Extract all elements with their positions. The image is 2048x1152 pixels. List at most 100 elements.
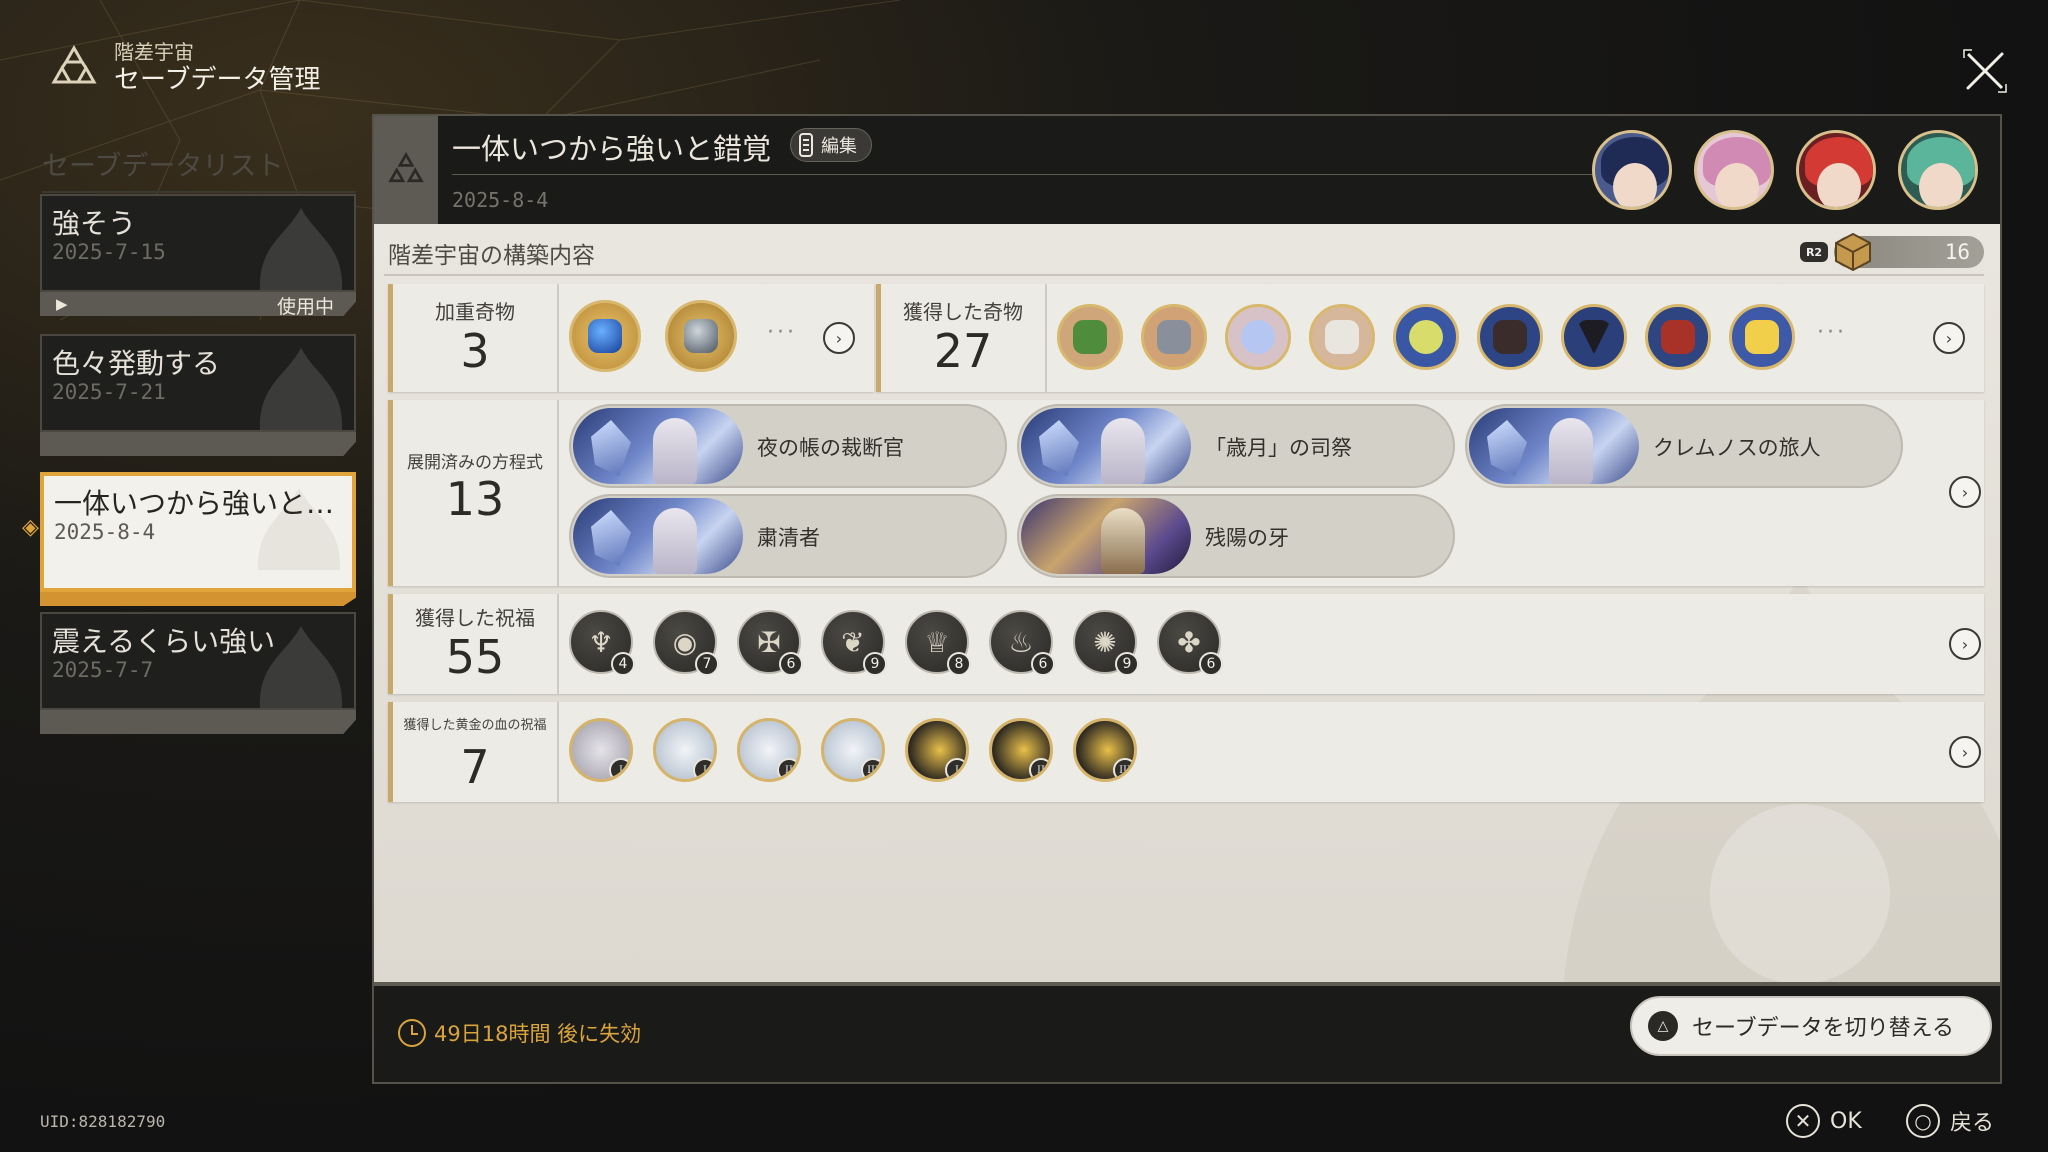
curio-icon[interactable] <box>1057 304 1123 370</box>
tier-badge: I <box>693 758 714 779</box>
clock-icon <box>398 1019 426 1047</box>
save-card-1[interactable]: 強そう 2025-7-15 ▶ 使用中 <box>40 194 356 322</box>
level-value: 16 <box>1944 240 1970 264</box>
save-card-4[interactable]: 震えるくらい強い 2025-7-7 <box>40 612 356 740</box>
play-icon: ▶ <box>56 295 68 313</box>
curio-icon[interactable] <box>1393 304 1459 370</box>
golden-blessing-icon[interactable]: II <box>989 718 1053 782</box>
blessings-count: 55 <box>445 630 505 684</box>
back-label: 戻る <box>1950 1111 1995 1136</box>
save-card-name: 色々発動する <box>52 347 221 380</box>
obtained-curio-label: 獲得した奇物 <box>903 300 1023 324</box>
character-avatar[interactable] <box>1592 130 1672 210</box>
curio-icon[interactable] <box>1561 304 1627 370</box>
golden-blessings-stat: 獲得した黄金の血の祝福 7 <box>393 702 559 802</box>
character-avatar[interactable] <box>1796 130 1876 210</box>
equation-card[interactable]: クレムノスの旅人 <box>1465 404 1903 488</box>
golden-blessings-count: 7 <box>460 740 490 794</box>
character-avatar[interactable] <box>1898 130 1978 210</box>
back-button[interactable]: ○ 戻る <box>1906 1104 1994 1138</box>
equation-art <box>573 408 743 484</box>
switch-save-button[interactable]: △ セーブデータを切り替える <box>1630 996 1992 1056</box>
golden-blessing-icon[interactable]: I <box>569 718 633 782</box>
save-card-3[interactable]: 一体いつから強いと… 2025-8-4 <box>40 472 356 606</box>
header-title: セーブデータ管理 <box>114 65 321 95</box>
save-card-body: 震えるくらい強い 2025-7-7 <box>40 612 356 710</box>
equation-name: 「歳月」の司祭 <box>1205 436 1352 460</box>
equations-more-button[interactable]: › <box>1949 476 1981 508</box>
weighted-curio-count: 3 <box>460 324 490 378</box>
detail-footer: 49日18時間 後に失効 △ セーブデータを切り替える <box>374 982 2000 1082</box>
obtained-curio-more-button[interactable]: › <box>1933 322 1965 354</box>
blessing-count: 4 <box>611 652 635 676</box>
switch-save-label: セーブデータを切り替える <box>1692 1016 1955 1041</box>
edit-button[interactable]: 編集 <box>790 128 872 162</box>
golden-blessing-icon[interactable]: I <box>905 718 969 782</box>
app-header: 階差宇宙 セーブデータ管理 <box>48 40 320 96</box>
equations-row: 展開済みの方程式 13 夜の帳の裁断官 「歳月」の司祭 クレムノスの旅人 粛清者 <box>388 400 1984 586</box>
close-icon[interactable] <box>1962 48 2008 94</box>
blessings-row: 獲得した祝福 55 ♆ 4 ◉ 7 ✠ 6 ❦ 9 ♕ 8 ♨ 6 ✺ 9 ✤ 6 › <box>388 594 1984 694</box>
lotus-blessing-icon[interactable]: ❦ 9 <box>821 610 887 676</box>
blessing-count: 6 <box>1031 652 1055 676</box>
golden-blessing-icon[interactable]: I <box>653 718 717 782</box>
curio-icon[interactable] <box>1141 304 1207 370</box>
eye-blessing-icon[interactable]: ◉ 7 <box>653 610 719 676</box>
equations-label: 展開済みの方程式 <box>407 453 543 473</box>
equation-name: クレムノスの旅人 <box>1653 436 1821 460</box>
weighted-curio-more-button[interactable]: › <box>823 322 855 354</box>
triangle-button-icon: △ <box>1648 1011 1678 1041</box>
golden-blessings-label: 獲得した黄金の血の祝福 <box>403 718 547 733</box>
ok-button[interactable]: ✕ OK <box>1786 1104 1862 1138</box>
claw-blessing-icon[interactable]: ✠ 6 <box>737 610 803 676</box>
curio-icon[interactable] <box>569 300 641 372</box>
curio-icon[interactable] <box>1309 304 1375 370</box>
character-avatar[interactable] <box>1694 130 1774 210</box>
gear-blessing-icon[interactable]: ✺ 9 <box>1073 610 1139 676</box>
equation-card[interactable]: 「歳月」の司祭 <box>1017 404 1455 488</box>
curio-icon[interactable] <box>1729 304 1795 370</box>
weighted-curio-stat: 加重奇物 3 <box>393 284 559 392</box>
equation-card[interactable]: 粛清者 <box>569 494 1007 578</box>
equation-name: 残陽の牙 <box>1205 526 1289 550</box>
golden-blessings-more-button[interactable]: › <box>1949 736 1981 768</box>
equation-card[interactable]: 夜の帳の裁断官 <box>569 404 1007 488</box>
equation-card[interactable]: 残陽の牙 <box>1017 494 1455 578</box>
curio-icon[interactable] <box>1645 304 1711 370</box>
save-title: 一体いつから強いと錯覚 <box>452 132 772 166</box>
header-divider <box>452 174 1642 175</box>
more-dots-icon: ··· <box>1817 320 1847 345</box>
universe-logo-icon <box>51 44 97 84</box>
blessings-label: 獲得した祝福 <box>415 606 535 630</box>
curio-icon[interactable] <box>1477 304 1543 370</box>
chalice-blessing-icon[interactable]: ♕ 8 <box>905 610 971 676</box>
save-card-footer <box>40 432 356 456</box>
tier-badge: I <box>609 758 630 779</box>
selection-marker-icon: ◈ <box>22 515 39 540</box>
cube-icon <box>1835 232 1871 272</box>
golden-blessing-icon[interactable]: III <box>821 718 885 782</box>
blessing-count: 6 <box>1199 652 1223 676</box>
equation-art <box>1021 408 1191 484</box>
tier-badge: III <box>861 758 882 779</box>
blessing-count: 9 <box>1115 652 1139 676</box>
blessing-count: 6 <box>779 652 803 676</box>
save-card-date: 2025-7-7 <box>52 658 154 682</box>
golden-blessing-icon[interactable]: II <box>737 718 801 782</box>
save-card-footer <box>40 592 356 606</box>
curio-icon[interactable] <box>1225 304 1291 370</box>
blessings-more-button[interactable]: › <box>1949 628 1981 660</box>
ok-label: OK <box>1830 1108 1862 1134</box>
section-divider <box>384 274 1984 276</box>
spiral-blessing-icon[interactable]: ✤ 6 <box>1157 610 1223 676</box>
obtained-curio-stat: 獲得した奇物 27 <box>881 284 1047 392</box>
fire-blessing-icon[interactable]: ♨ 6 <box>989 610 1055 676</box>
level-indicator[interactable]: 16 <box>1834 232 1984 272</box>
save-card-2[interactable]: 色々発動する 2025-7-21 <box>40 334 356 462</box>
save-card-footer <box>40 710 356 734</box>
curio-icon[interactable] <box>665 300 737 372</box>
flame-blessing-icon[interactable]: ♆ 4 <box>569 610 635 676</box>
equation-art <box>1021 498 1191 574</box>
blessing-count: 7 <box>695 652 719 676</box>
golden-blessing-icon[interactable]: III <box>1073 718 1137 782</box>
